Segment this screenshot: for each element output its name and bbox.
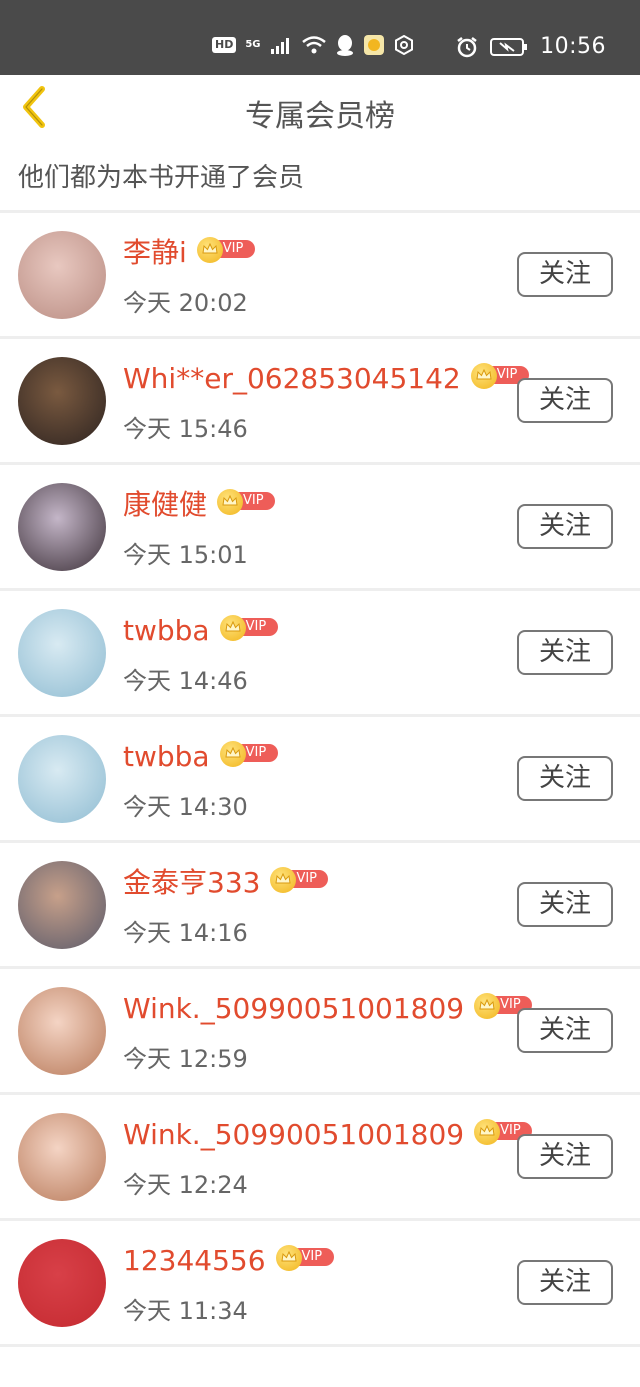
clock: 10:56 bbox=[540, 34, 606, 59]
name-line: Wink._50990051001809 VIP bbox=[123, 1115, 533, 1155]
signal-icon bbox=[270, 38, 289, 54]
follow-button[interactable]: 关注 bbox=[517, 1260, 613, 1305]
avatar[interactable] bbox=[18, 483, 106, 571]
member-time: 今天 15:01 bbox=[123, 541, 248, 569]
name-line: 康健健 VIP bbox=[123, 485, 276, 525]
member-name: 12344556 bbox=[123, 1244, 266, 1277]
follow-button[interactable]: 关注 bbox=[517, 378, 613, 423]
hd-icon: HD bbox=[212, 37, 237, 53]
avatar[interactable] bbox=[18, 987, 106, 1075]
list-item[interactable]: Wink._50990051001809 VIP 今天 12:59 关注 bbox=[0, 969, 640, 1095]
app-icon bbox=[363, 35, 384, 55]
member-name: Wink._50990051001809 bbox=[123, 1118, 465, 1151]
vip-badge: VIP bbox=[219, 615, 278, 641]
list-item[interactable]: 李静i VIP 今天 20:02 关注 bbox=[0, 213, 640, 339]
5g-icon: 5G bbox=[245, 39, 261, 50]
crown-icon bbox=[219, 615, 246, 641]
avatar[interactable] bbox=[18, 1113, 106, 1201]
page-title: 专属会员榜 bbox=[245, 99, 395, 134]
list-item[interactable]: twbba VIP 今天 14:30 关注 bbox=[0, 717, 640, 843]
follow-button[interactable]: 关注 bbox=[517, 1134, 613, 1179]
crown-icon bbox=[275, 1245, 302, 1271]
member-time: 今天 14:30 bbox=[123, 793, 248, 821]
member-time: 今天 15:46 bbox=[123, 415, 248, 443]
vip-badge: VIP bbox=[219, 741, 278, 767]
list-item[interactable]: 康健健 VIP 今天 15:01 关注 bbox=[0, 465, 640, 591]
vip-badge: VIP bbox=[217, 489, 276, 515]
crown-icon bbox=[270, 867, 297, 893]
member-name: 康健健 bbox=[123, 488, 208, 521]
avatar[interactable] bbox=[18, 735, 106, 823]
alarm-icon bbox=[457, 36, 477, 57]
list-item[interactable]: twbba VIP 今天 14:46 关注 bbox=[0, 591, 640, 717]
battery-icon bbox=[490, 37, 528, 56]
header: 专属会员榜 bbox=[0, 75, 640, 147]
avatar[interactable] bbox=[18, 861, 106, 949]
name-line: twbba VIP bbox=[123, 611, 278, 651]
follow-button[interactable]: 关注 bbox=[517, 1008, 613, 1053]
avatar[interactable] bbox=[18, 609, 106, 697]
follow-button[interactable]: 关注 bbox=[517, 504, 613, 549]
list-item[interactable]: 金泰亨333 VIP 今天 14:16 关注 bbox=[0, 843, 640, 969]
follow-button[interactable]: 关注 bbox=[517, 252, 613, 297]
name-line: 12344556 VIP bbox=[123, 1241, 334, 1281]
page-subtitle: 他们都为本书开通了会员 bbox=[18, 163, 305, 193]
member-name: 李静i bbox=[123, 236, 187, 269]
member-name: 金泰亨333 bbox=[123, 866, 261, 899]
crown-icon bbox=[474, 993, 501, 1019]
vip-badge: VIP bbox=[270, 867, 329, 893]
member-time: 今天 12:59 bbox=[123, 1045, 248, 1073]
name-line: Wink._50990051001809 VIP bbox=[123, 989, 533, 1029]
member-time: 今天 11:34 bbox=[123, 1297, 248, 1325]
name-line: Whi**er_062853045142 VIP bbox=[123, 359, 529, 399]
member-name: twbba bbox=[123, 614, 210, 647]
qq-icon bbox=[336, 35, 353, 56]
member-name: Wink._50990051001809 bbox=[123, 992, 465, 1025]
member-name: twbba bbox=[123, 740, 210, 773]
name-line: twbba VIP bbox=[123, 737, 278, 777]
member-time: 今天 14:46 bbox=[123, 667, 248, 695]
vip-badge: VIP bbox=[196, 237, 255, 263]
crown-icon bbox=[219, 741, 246, 767]
member-time: 今天 20:02 bbox=[123, 289, 248, 317]
crown-icon bbox=[470, 363, 497, 389]
member-list: 李静i VIP 今天 20:02 关注 Whi**er_062853045142… bbox=[0, 213, 640, 1347]
settings-icon bbox=[394, 35, 413, 55]
name-line: 金泰亨333 VIP bbox=[123, 863, 329, 903]
status-icons: HD 5G bbox=[212, 34, 414, 56]
status-bar: HD 5G 10:56 bbox=[0, 0, 640, 75]
member-time: 今天 12:24 bbox=[123, 1171, 248, 1199]
crown-icon bbox=[217, 489, 244, 515]
follow-button[interactable]: 关注 bbox=[517, 756, 613, 801]
status-right: 10:56 bbox=[456, 34, 606, 59]
crown-icon bbox=[196, 237, 223, 263]
wifi-icon bbox=[301, 36, 326, 54]
list-item[interactable]: Wink._50990051001809 VIP 今天 12:24 关注 bbox=[0, 1095, 640, 1221]
avatar[interactable] bbox=[18, 231, 106, 319]
list-item[interactable]: Whi**er_062853045142 VIP 今天 15:46 关注 bbox=[0, 339, 640, 465]
avatar[interactable] bbox=[18, 357, 106, 445]
crown-icon bbox=[474, 1119, 501, 1145]
follow-button[interactable]: 关注 bbox=[517, 630, 613, 675]
member-time: 今天 14:16 bbox=[123, 919, 248, 947]
name-line: 李静i VIP bbox=[123, 233, 255, 273]
vip-badge: VIP bbox=[275, 1245, 334, 1271]
follow-button[interactable]: 关注 bbox=[517, 882, 613, 927]
avatar[interactable] bbox=[18, 1239, 106, 1327]
list-item[interactable]: 12344556 VIP 今天 11:34 关注 bbox=[0, 1221, 640, 1347]
member-name: Whi**er_062853045142 bbox=[123, 362, 461, 395]
